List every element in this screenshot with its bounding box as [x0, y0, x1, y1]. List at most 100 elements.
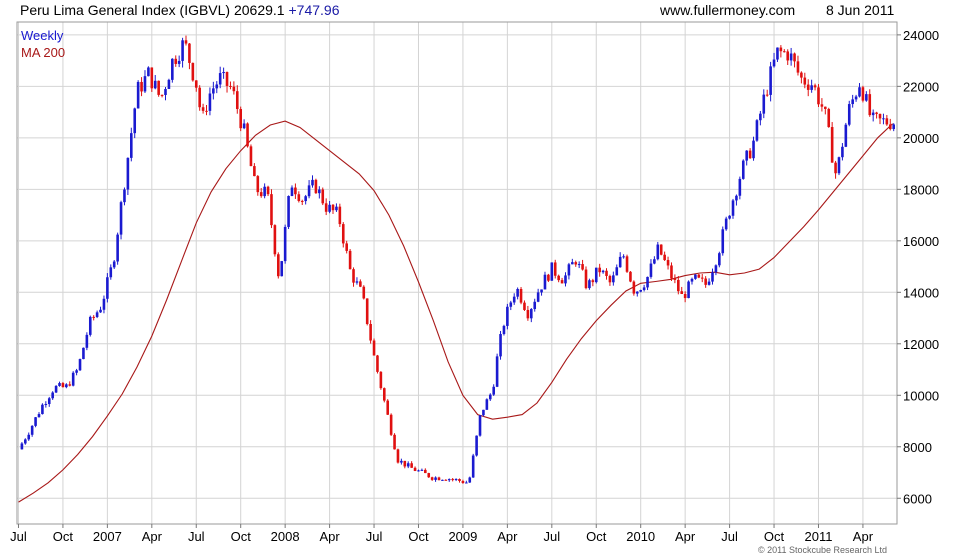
- weekly-bar: [649, 259, 653, 279]
- weekly-bar: [656, 241, 660, 261]
- weekly-bar: [30, 425, 34, 437]
- weekly-bar: [147, 66, 150, 77]
- weekly-bar: [830, 122, 834, 163]
- weekly-bar: [837, 156, 841, 176]
- weekly-bar: [755, 119, 759, 142]
- y-tick-label: 18000: [903, 182, 939, 197]
- weekly-bar: [707, 278, 711, 286]
- x-tick-label: Apr: [853, 529, 874, 544]
- weekly-bar: [680, 286, 684, 295]
- weekly-bar: [126, 157, 130, 196]
- weekly-bar: [130, 127, 133, 162]
- weekly-bar: [478, 415, 482, 437]
- weekly-bar: [174, 55, 178, 67]
- weekly-bar: [557, 274, 560, 283]
- weekly-bar: [547, 273, 550, 283]
- weekly-bar: [369, 320, 372, 344]
- weekly-bar: [143, 70, 147, 93]
- weekly-bar: [882, 113, 885, 125]
- weekly-bar: [762, 89, 766, 119]
- weekly-bar: [752, 136, 755, 161]
- weekly-bar: [666, 256, 670, 270]
- weekly-bar: [362, 285, 366, 300]
- x-tick-label: Oct: [408, 529, 429, 544]
- weekly-bar: [253, 163, 256, 177]
- weekly-bar: [512, 293, 516, 305]
- weekly-bar: [618, 252, 622, 268]
- weekly-bar: [851, 94, 854, 108]
- weekly-bar: [184, 35, 188, 46]
- weekly-bar: [424, 468, 427, 474]
- weekly-bar: [451, 478, 454, 482]
- weekly-bar: [632, 280, 636, 296]
- y-tick-label: 8000: [903, 440, 932, 455]
- weekly-bar: [218, 66, 222, 89]
- x-tick-label: Oct: [764, 529, 785, 544]
- weekly-bar: [324, 198, 328, 216]
- weekly-bar: [263, 183, 266, 199]
- weekly-bar: [687, 280, 690, 299]
- weekly-bar: [331, 204, 335, 214]
- weekly-bar: [294, 183, 297, 199]
- weekly-bar: [75, 368, 78, 376]
- weekly-bar: [106, 273, 109, 303]
- weekly-bar: [311, 175, 314, 188]
- weekly-bar: [492, 384, 495, 396]
- weekly-bar: [782, 49, 786, 53]
- weekly-bar: [345, 240, 348, 254]
- weekly-bar: [27, 432, 31, 441]
- weekly-bar: [724, 216, 728, 231]
- weekly-bar: [700, 273, 704, 283]
- weekly-bar: [574, 260, 578, 267]
- weekly-bar: [694, 274, 697, 280]
- weekly-bar: [215, 81, 219, 94]
- weekly-bar: [847, 100, 851, 127]
- weekly-bar: [54, 385, 58, 394]
- weekly-bar: [571, 258, 574, 265]
- x-tick-label: Oct: [53, 529, 74, 544]
- weekly-bar: [468, 476, 472, 483]
- weekly-bar: [704, 276, 707, 288]
- x-tick-label: Apr: [142, 529, 163, 544]
- weekly-bar: [796, 55, 800, 76]
- weekly-bar: [201, 103, 205, 114]
- weekly-bar: [51, 391, 54, 400]
- y-tick-label: 14000: [903, 285, 939, 300]
- y-tick-label: 24000: [903, 28, 939, 43]
- weekly-bar: [793, 52, 796, 68]
- weekly-bar: [420, 468, 424, 471]
- weekly-bar: [871, 109, 875, 122]
- weekly-bar: [482, 409, 485, 417]
- weekly-bar: [386, 399, 390, 416]
- weekly-bar: [427, 472, 431, 478]
- weekly-bar: [372, 338, 376, 356]
- weekly-bar: [314, 178, 318, 194]
- weekly-bar: [550, 262, 554, 281]
- weekly-bar: [382, 387, 386, 403]
- weekly-bar: [786, 49, 790, 66]
- weekly-bar: [765, 89, 769, 97]
- weekly-bar: [37, 412, 41, 418]
- weekly-bar: [24, 438, 27, 445]
- weekly-bar: [653, 256, 656, 265]
- weekly-bar: [458, 478, 461, 483]
- weekly-bar: [861, 85, 865, 103]
- weekly-bar: [779, 45, 783, 58]
- y-tick-label: 10000: [903, 388, 939, 403]
- weekly-bar: [735, 194, 738, 206]
- weekly-bar: [177, 55, 181, 68]
- weekly-bar: [376, 354, 379, 374]
- weekly-bar: [485, 398, 489, 410]
- weekly-bar: [396, 448, 400, 464]
- weekly-bar: [304, 194, 307, 205]
- x-tick-label: Jul: [188, 529, 205, 544]
- weekly-bar: [635, 291, 639, 297]
- x-tick-label: Oct: [586, 529, 607, 544]
- weekly-bar: [20, 442, 24, 450]
- weekly-bar: [612, 271, 615, 286]
- weekly-bar: [273, 224, 277, 257]
- legend-weekly: Weekly: [21, 28, 64, 43]
- weekly-bar: [584, 266, 588, 290]
- weekly-bar: [232, 81, 236, 95]
- weekly-bar: [277, 252, 280, 279]
